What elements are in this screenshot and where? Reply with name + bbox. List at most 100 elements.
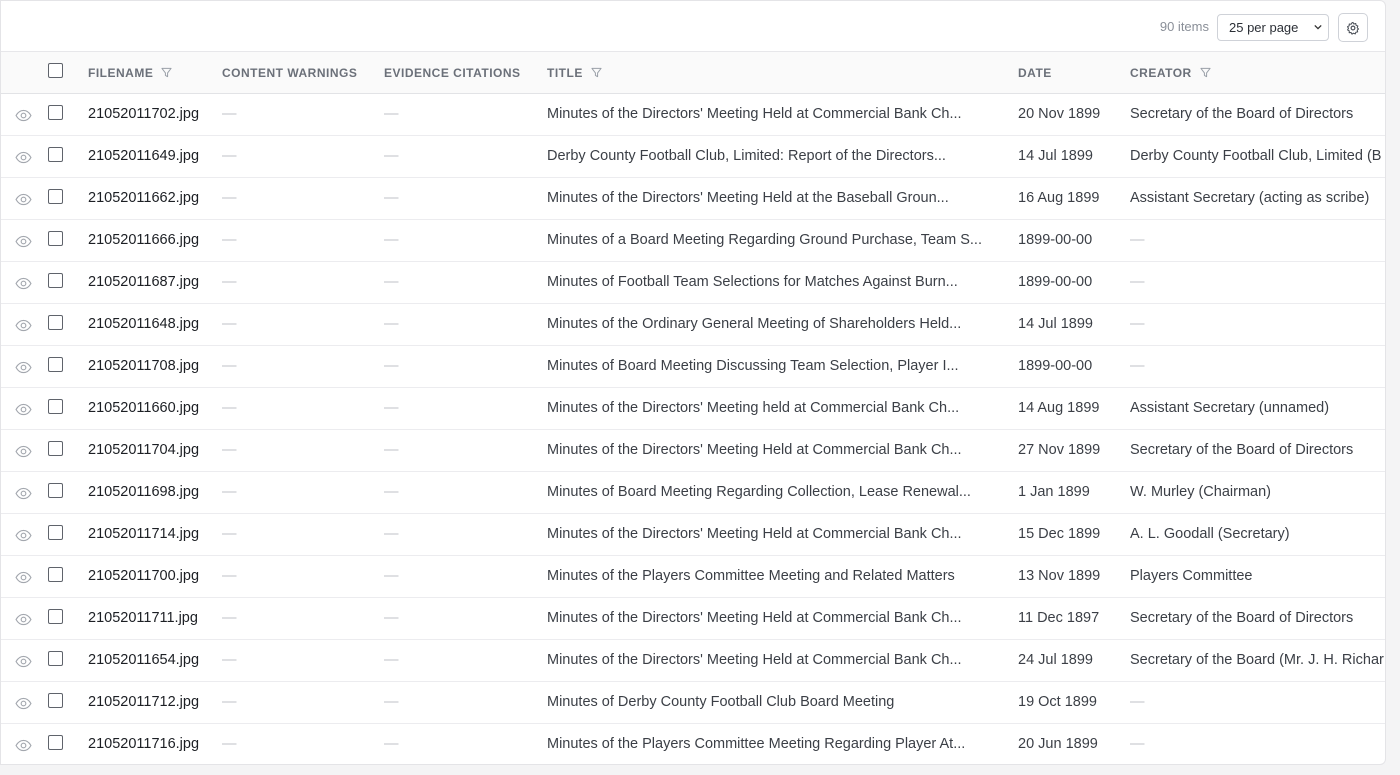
preview-icon[interactable] — [15, 304, 35, 346]
row-checkbox[interactable] — [48, 441, 63, 456]
row-checkbox[interactable] — [48, 609, 63, 624]
table-row[interactable]: 21052011712.jpg — — Minutes of Derby Cou… — [1, 682, 1385, 724]
table-row[interactable]: 21052011700.jpg — — Minutes of the Playe… — [1, 556, 1385, 598]
settings-button[interactable] — [1338, 13, 1368, 42]
table-row[interactable]: 21052011714.jpg — — Minutes of the Direc… — [1, 514, 1385, 556]
preview-icon[interactable] — [15, 262, 35, 304]
date-cell: 15 Dec 1899 — [1018, 526, 1101, 542]
creator-cell: Players Committee — [1130, 568, 1253, 584]
content-warnings-cell: — — [222, 106, 237, 122]
row-checkbox[interactable] — [48, 483, 63, 498]
preview-icon[interactable] — [15, 724, 35, 764]
row-checkbox[interactable] — [48, 525, 63, 540]
date-cell: 1899-00-00 — [1018, 274, 1093, 290]
row-checkbox[interactable] — [48, 399, 63, 414]
table-row[interactable]: 21052011687.jpg — — Minutes of Football … — [1, 262, 1385, 304]
content-warnings-cell: — — [222, 484, 237, 500]
preview-icon[interactable] — [15, 556, 35, 598]
row-checkbox[interactable] — [48, 693, 63, 708]
preview-icon[interactable] — [15, 220, 35, 262]
filename-cell: 21052011662.jpg — [88, 190, 200, 206]
date-cell: 19 Oct 1899 — [1018, 694, 1097, 710]
table-row[interactable]: 21052011716.jpg — — Minutes of the Playe… — [1, 724, 1385, 764]
preview-icon[interactable] — [15, 136, 35, 178]
content-warnings-cell: — — [222, 316, 237, 332]
column-header-evidence-citations[interactable]: EVIDENCE CITATIONS — [384, 52, 521, 94]
content-warnings-cell: — — [222, 736, 237, 752]
content-warnings-cell: — — [222, 400, 237, 416]
row-checkbox[interactable] — [48, 735, 63, 750]
preview-icon[interactable] — [15, 514, 35, 556]
row-checkbox[interactable] — [48, 105, 63, 120]
row-checkbox[interactable] — [48, 315, 63, 330]
scrollbar-thumb[interactable] — [1389, 4, 1397, 764]
title-cell: Minutes of the Directors' Meeting Held a… — [547, 106, 962, 122]
page-scrollbar[interactable] — [1386, 0, 1400, 775]
filter-icon[interactable] — [1200, 67, 1211, 78]
column-header-creator[interactable]: CREATOR — [1130, 52, 1211, 94]
date-cell: 1899-00-00 — [1018, 232, 1093, 248]
evidence-citations-cell: — — [384, 694, 399, 710]
preview-icon[interactable] — [15, 388, 35, 430]
select-all-checkbox[interactable] — [48, 63, 63, 78]
preview-icon[interactable] — [15, 598, 35, 640]
evidence-citations-cell: — — [384, 736, 399, 752]
table-row[interactable]: 21052011702.jpg — — Minutes of the Direc… — [1, 94, 1385, 136]
table-row[interactable]: 21052011666.jpg — — Minutes of a Board M… — [1, 220, 1385, 262]
title-cell: Minutes of the Directors' Meeting Held a… — [547, 442, 962, 458]
preview-icon[interactable] — [15, 430, 35, 472]
preview-icon[interactable] — [15, 682, 35, 724]
row-checkbox[interactable] — [48, 147, 63, 162]
row-checkbox[interactable] — [48, 189, 63, 204]
table-row[interactable]: 21052011660.jpg — — Minutes of the Direc… — [1, 388, 1385, 430]
creator-cell: — — [1130, 358, 1145, 374]
row-checkbox[interactable] — [48, 567, 63, 582]
filename-cell: 21052011711.jpg — [88, 610, 198, 626]
row-checkbox[interactable] — [48, 231, 63, 246]
column-header-label: CONTENT WARNINGS — [222, 66, 358, 80]
row-checkbox[interactable] — [48, 651, 63, 666]
filter-icon[interactable] — [161, 67, 172, 78]
filter-icon[interactable] — [591, 67, 602, 78]
creator-cell: — — [1130, 736, 1145, 752]
table-row[interactable]: 21052011711.jpg — — Minutes of the Direc… — [1, 598, 1385, 640]
filename-cell: 21052011704.jpg — [88, 442, 200, 458]
filename-cell: 21052011700.jpg — [88, 568, 200, 584]
column-header-content-warnings[interactable]: CONTENT WARNINGS — [222, 52, 357, 94]
title-cell: Minutes of Derby County Football Club Bo… — [547, 694, 895, 710]
table-row[interactable]: 21052011698.jpg — — Minutes of Board Mee… — [1, 472, 1385, 514]
creator-cell: — — [1130, 232, 1145, 248]
creator-cell: A. L. Goodall (Secretary) — [1130, 526, 1290, 542]
item-count: 90 items — [1159, 19, 1209, 34]
creator-cell: Secretary of the Board (Mr. J. H. Richar — [1130, 652, 1384, 668]
preview-icon[interactable] — [15, 346, 35, 388]
column-header-date[interactable]: DATE — [1018, 52, 1052, 94]
table-row[interactable]: 21052011662.jpg — — Minutes of the Direc… — [1, 178, 1385, 220]
table-row[interactable]: 21052011649.jpg — — Derby County Footbal… — [1, 136, 1385, 178]
title-cell: Minutes of the Directors' Meeting held a… — [547, 400, 960, 416]
preview-icon[interactable] — [15, 94, 35, 136]
per-page-select[interactable]: 25 per page — [1217, 14, 1329, 41]
column-header-filename[interactable]: FILENAME — [88, 52, 172, 94]
table-row[interactable]: 21052011654.jpg — — Minutes of the Direc… — [1, 640, 1385, 682]
evidence-citations-cell: — — [384, 316, 399, 332]
date-cell: 13 Nov 1899 — [1018, 568, 1101, 584]
column-header-label: FILENAME — [88, 66, 154, 80]
evidence-citations-cell: — — [384, 400, 399, 416]
date-cell: 1 Jan 1899 — [1018, 484, 1090, 500]
date-cell: 14 Jul 1899 — [1018, 148, 1093, 164]
title-cell: Minutes of the Directors' Meeting Held a… — [547, 610, 962, 626]
preview-icon[interactable] — [15, 472, 35, 514]
preview-icon[interactable] — [15, 178, 35, 220]
table-row[interactable]: 21052011704.jpg — — Minutes of the Direc… — [1, 430, 1385, 472]
row-checkbox[interactable] — [48, 357, 63, 372]
table-row[interactable]: 21052011648.jpg — — Minutes of the Ordin… — [1, 304, 1385, 346]
content-warnings-cell: — — [222, 232, 237, 248]
column-header-title[interactable]: TITLE — [547, 52, 602, 94]
preview-icon[interactable] — [15, 640, 35, 682]
creator-cell: Secretary of the Board of Directors — [1130, 442, 1354, 458]
table-row[interactable]: 21052011708.jpg — — Minutes of Board Mee… — [1, 346, 1385, 388]
row-checkbox[interactable] — [48, 273, 63, 288]
date-cell: 11 Dec 1897 — [1018, 610, 1100, 626]
evidence-citations-cell: — — [384, 190, 399, 206]
